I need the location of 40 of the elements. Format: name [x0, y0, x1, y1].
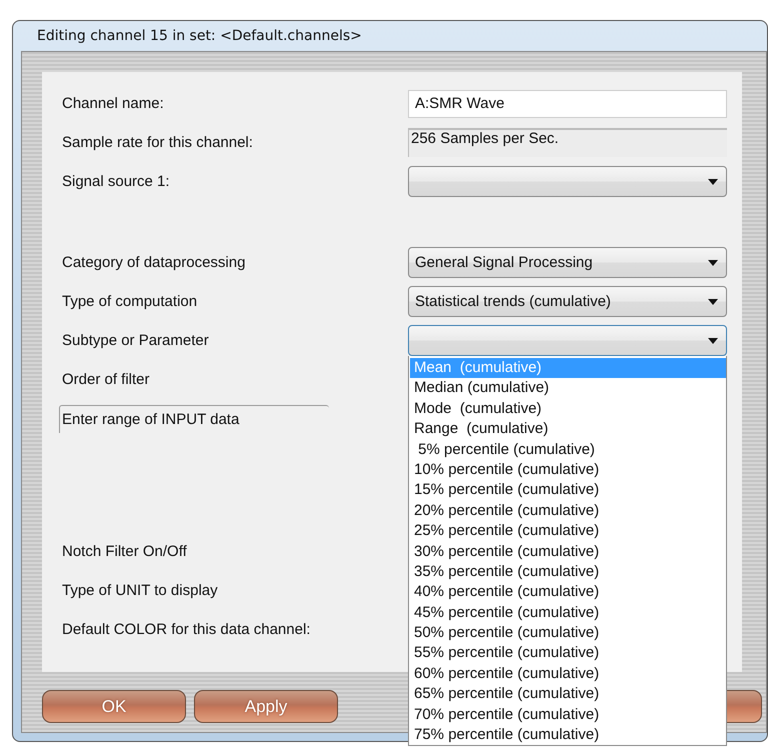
dropdown-option[interactable]: 5% percentile (cumulative) — [410, 440, 726, 460]
dropdown[interactable] — [408, 166, 727, 197]
field-label: Order of filter — [62, 371, 151, 388]
channel-name-field[interactable]: A:SMR Wave — [408, 90, 727, 118]
dropdown-option[interactable]: 45% percentile (cumulative) — [410, 602, 726, 624]
group-box-label: Enter range of INPUT data — [59, 404, 329, 432]
field-label: Type of computation — [62, 293, 198, 310]
dropdown[interactable]: General Signal Processing — [408, 247, 727, 278]
dropdown-option[interactable]: Median (cumulative) — [410, 378, 726, 399]
dropdown-arrow-icon — [708, 260, 718, 266]
dropdown-option[interactable]: Mode (cumulative) — [410, 398, 726, 420]
dropdown-option[interactable]: 75% percentile (cumulative) — [410, 725, 726, 746]
dropdown-option[interactable]: 20% percentile (cumulative) — [410, 500, 726, 522]
dropdown-option[interactable]: Range (cumulative) — [410, 419, 726, 440]
dropdown-option[interactable]: 50% percentile (cumulative) — [410, 623, 726, 644]
dropdown-option[interactable]: 25% percentile (cumulative) — [410, 521, 726, 542]
field-label: Notch Filter On/Off — [62, 543, 188, 560]
field-label: Type of UNIT to display — [62, 582, 219, 599]
dropdown-option[interactable]: 40% percentile (cumulative) — [410, 582, 726, 603]
dropdown-option[interactable]: 10% percentile (cumulative) — [410, 460, 726, 480]
dropdown[interactable] — [408, 325, 727, 356]
dropdown-arrow-icon — [708, 178, 718, 184]
dropdown-arrow-icon — [708, 298, 718, 304]
dropdown[interactable]: Statistical trends (cumulative) — [408, 286, 727, 317]
dropdown-option[interactable]: 70% percentile (cumulative) — [410, 704, 726, 726]
field-label: Channel name: — [62, 95, 165, 112]
dropdown-option[interactable]: 15% percentile (cumulative) — [410, 480, 726, 501]
field-label: Subtype or Parameter — [62, 332, 210, 349]
field-label: Category of dataprocessing — [62, 254, 246, 271]
dropdown-option[interactable]: 60% percentile (cumulative) — [410, 664, 726, 684]
window-title: Editing channel 15 in set: <Default.channels> — [36, 27, 363, 46]
field-label: Sample rate for this channel: — [62, 134, 254, 151]
dropdown-option[interactable]: 35% percentile (cumulative) — [410, 562, 726, 582]
field-label: Default COLOR for this data channel: — [62, 621, 312, 638]
dropdown-option[interactable]: 55% percentile (cumulative) — [410, 643, 726, 664]
dropdown-option[interactable]: 65% percentile (cumulative) — [410, 684, 726, 705]
readonly-field: 256 Samples per Sec. — [408, 128, 727, 157]
field-label: Signal source 1: — [62, 173, 171, 190]
dropdown-option[interactable]: 30% percentile (cumulative) — [410, 542, 726, 562]
dropdown-arrow-icon — [708, 338, 718, 344]
